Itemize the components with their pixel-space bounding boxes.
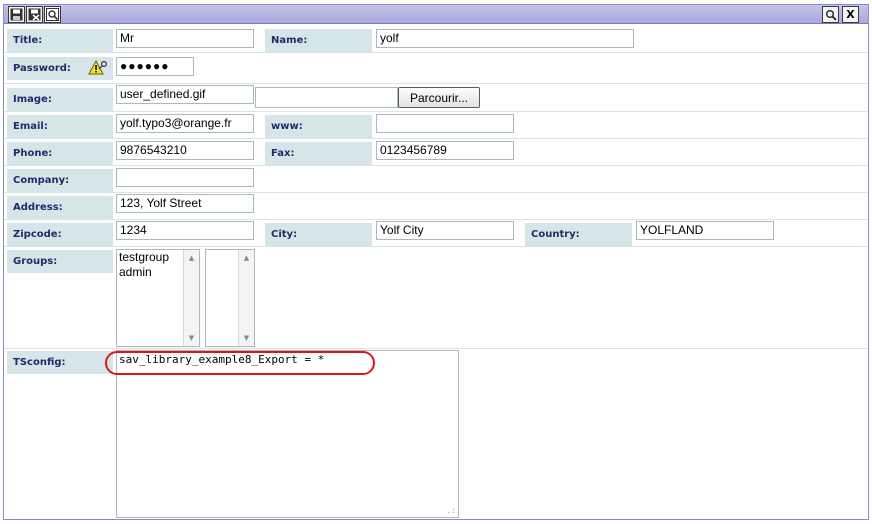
groups-label: Groups: [7, 250, 113, 273]
row-tsconfig: TSconfig: sav_library_example8_Export = … [4, 350, 868, 519]
row-company: Company: [4, 167, 868, 193]
address-input[interactable]: 123, Yolf Street [116, 194, 254, 213]
tsconfig-label: TSconfig: [7, 351, 113, 374]
title-input[interactable]: Mr [116, 29, 254, 48]
zipcode-label: Zipcode: [7, 223, 113, 246]
row-email-www: Email: yolf.typo3@orange.fr www: [4, 113, 868, 139]
row-image: Image: user_defined.gif Parcourir... [4, 85, 868, 112]
close-button[interactable]: X [842, 6, 859, 23]
row-groups: Groups: testgroup admin ▲ ▼ ▲ ▼ [4, 248, 868, 349]
tsconfig-textarea[interactable]: sav_library_example8_Export = * .: [116, 350, 459, 518]
www-input[interactable] [376, 114, 514, 133]
fax-input[interactable]: 0123456789 [376, 141, 514, 160]
city-input[interactable]: Yolf City [376, 221, 514, 240]
save-icon[interactable] [8, 6, 25, 23]
highlight-annotation [105, 351, 375, 375]
scrollbar[interactable]: ▲ ▼ [183, 250, 199, 346]
country-input[interactable]: YOLFLAND [636, 221, 774, 240]
available-groups-list[interactable]: ▲ ▼ [205, 249, 255, 347]
scroll-up-icon[interactable]: ▲ [239, 251, 254, 265]
scrollbar[interactable]: ▲ ▼ [238, 250, 254, 346]
resize-grip-icon[interactable]: .: [446, 507, 456, 515]
email-input[interactable]: yolf.typo3@orange.fr [116, 114, 254, 133]
address-label: Address: [7, 196, 113, 219]
name-input[interactable]: yolf [376, 29, 634, 48]
scroll-down-icon[interactable]: ▼ [184, 331, 199, 345]
scroll-up-icon[interactable]: ▲ [184, 251, 199, 265]
name-label: Name: [265, 29, 372, 52]
company-input[interactable] [116, 168, 254, 187]
browse-button[interactable]: Parcourir... [398, 87, 480, 108]
www-label: www: [265, 115, 372, 138]
zipcode-input[interactable]: 1234 [116, 221, 254, 240]
company-label: Company: [7, 169, 113, 192]
row-phone-fax: Phone: 9876543210 Fax: 0123456789 [4, 140, 868, 166]
window-toolbar: X [4, 5, 868, 24]
image-label: Image: [7, 88, 113, 111]
fax-label: Fax: [265, 142, 372, 165]
image-filename: user_defined.gif [116, 85, 254, 104]
selected-groups-list[interactable]: testgroup admin ▲ ▼ [116, 249, 200, 347]
city-label: City: [265, 223, 372, 246]
phone-label: Phone: [7, 142, 113, 165]
edit-form-window: X Title: Mr Name: yolf Password: ●●●●●● … [3, 4, 869, 520]
scroll-down-icon[interactable]: ▼ [239, 331, 254, 345]
email-label: Email: [7, 115, 113, 138]
row-title-name: Title: Mr Name: yolf [4, 27, 868, 53]
phone-input[interactable]: 9876543210 [116, 141, 254, 160]
warning-key-icon [88, 59, 108, 80]
title-label: Title: [7, 29, 113, 52]
row-address: Address: 123, Yolf Street [4, 194, 868, 220]
save-close-icon[interactable] [26, 6, 43, 23]
image-file-input[interactable] [255, 87, 398, 108]
password-input[interactable]: ●●●●●● [116, 57, 194, 76]
row-password: Password: ●●●●●● [4, 54, 868, 84]
country-label: Country: [525, 223, 632, 246]
preview-icon[interactable] [44, 6, 61, 23]
row-zip-city-country: Zipcode: 1234 City: Yolf City Country: Y… [4, 221, 868, 247]
magnifier-icon[interactable] [822, 6, 839, 23]
